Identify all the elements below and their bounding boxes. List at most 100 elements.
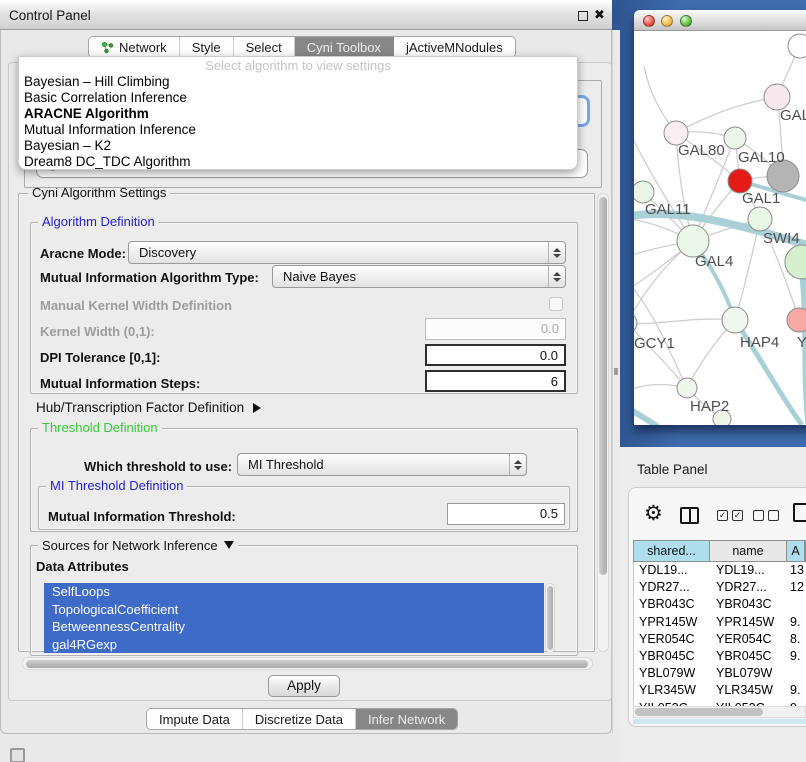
algorithm-option-aracne-algorithm[interactable]: ARACNE Algorithm — [19, 106, 577, 122]
table-cell: 9. — [787, 682, 805, 699]
table-cell: YDL19... — [710, 562, 787, 579]
mi-threshold-group-title: MI Threshold Definition — [46, 479, 187, 493]
mi-steps-label: Mutual Information Steps: — [40, 376, 200, 391]
float-panel-icon[interactable] — [578, 11, 588, 21]
screenshot-root: Control Panel ✖ NetworkStyleSelectCyni T… — [0, 0, 806, 762]
node-gal11[interactable] — [634, 181, 654, 203]
splitter-grip-icon[interactable] — [614, 368, 618, 375]
table-cell: YPR145W — [634, 614, 710, 631]
network-canvas[interactable]: GALGAL80GAL10GAL1GAL11SWI4GAL4GCY1HAP4YH… — [634, 31, 806, 425]
algorithm-option-bayesian-hill-climbing[interactable]: Bayesian – Hill Climbing — [19, 74, 577, 90]
bottom-left-panel-icon[interactable] — [10, 748, 25, 762]
mi-steps-field[interactable]: 6 — [425, 370, 566, 392]
settings-hscrollbar[interactable] — [22, 657, 593, 670]
network-window-titlebar[interactable] — [634, 10, 806, 31]
tab-label-jactivemnodules: jActiveMNodules — [406, 40, 503, 55]
node-label-hap2: HAP2 — [690, 398, 729, 415]
attribute-item-betweennesscentrality[interactable]: BetweennessCentrality — [44, 618, 544, 636]
data-attributes-label: Data Attributes — [36, 559, 129, 574]
dpi-tolerance-label: DPI Tolerance [0,1]: — [40, 350, 160, 365]
table-cell: YDL19... — [634, 562, 710, 579]
sources-collapser[interactable]: Sources for Network Inference — [38, 538, 238, 553]
table-row[interactable]: YPR145WYPR145W9. — [634, 614, 806, 631]
node-y[interactable] — [787, 308, 806, 332]
node-hap2[interactable] — [677, 378, 697, 398]
kernel-width-field[interactable]: 0.0 — [425, 318, 566, 340]
tab-network[interactable]: Network — [89, 37, 180, 57]
attribute-item-gal4rgexp[interactable]: gal4RGexp — [44, 636, 544, 654]
table-row[interactable]: YBR043CYBR043C — [634, 596, 806, 613]
minimize-traffic-icon[interactable] — [661, 15, 673, 27]
bottom-tab-label-impute-data: Impute Data — [159, 712, 230, 727]
panel-splitter[interactable] — [612, 30, 620, 734]
table-hscroll-thumb[interactable] — [635, 708, 763, 716]
node-hap4[interactable] — [722, 307, 748, 333]
table-row[interactable]: YBR045CYBR045C9. — [634, 648, 806, 665]
tab-select[interactable]: Select — [234, 37, 295, 57]
algorithm-option-basic-correlation-inference[interactable]: Basic Correlation Inference — [19, 90, 577, 106]
table-row[interactable]: YDL19...YDL19...13 — [634, 562, 806, 579]
cyni-settings-group-title: Cyni Algorithm Settings — [28, 186, 170, 200]
tab-label-style: Style — [192, 40, 221, 55]
table-row[interactable]: YLR345WYLR345W9. — [634, 682, 806, 699]
column-header-shared[interactable]: shared... — [634, 541, 710, 561]
algorithm-option-dream8-dc-tdc-algorithm[interactable]: Dream8 DC_TDC Algorithm — [19, 154, 577, 170]
node-label-gal1: GAL1 — [742, 190, 780, 207]
columns-icon[interactable] — [680, 507, 699, 524]
attributes-vscroll-thumb[interactable] — [547, 586, 553, 650]
tab-jactivemnodules[interactable]: jActiveMNodules — [394, 37, 515, 57]
node-label-gal4: GAL4 — [695, 253, 733, 270]
table-row[interactable]: YDR27...YDR27...12 — [634, 579, 806, 596]
table-cell: YDR27... — [710, 579, 787, 596]
new-table-icon[interactable] — [793, 503, 806, 522]
column-header-name[interactable]: name — [710, 541, 787, 561]
table-row[interactable]: YBL079WYBL079W — [634, 665, 806, 682]
column-header-a[interactable]: A — [787, 541, 805, 561]
table-cell: YBR043C — [634, 596, 710, 613]
attribute-item-topologicalcoefficient[interactable]: TopologicalCoefficient — [44, 601, 544, 619]
node-gal10[interactable] — [724, 127, 746, 149]
dpi-tolerance-field[interactable]: 0.0 — [425, 344, 566, 366]
hub-definition-expander[interactable]: Hub/Transcription Factor Definition — [36, 400, 261, 415]
close-panel-icon[interactable]: ✖ — [594, 7, 605, 23]
bottom-tab-discretize-data[interactable]: Discretize Data — [243, 709, 356, 729]
tab-cyni-toolbox[interactable]: Cyni Toolbox — [295, 37, 394, 57]
mi-type-label: Mutual Information Algorithm Type: — [40, 270, 259, 285]
mi-type-select[interactable]: Naive Bayes — [272, 265, 566, 288]
tab-label-cyni-toolbox: Cyni Toolbox — [307, 40, 381, 55]
attribute-item-selfloops[interactable]: SelfLoops — [44, 583, 544, 601]
gear-icon[interactable]: ⚙ — [644, 503, 663, 525]
data-attributes-list[interactable]: SelfLoopsTopologicalCoefficientBetweenne… — [44, 583, 544, 653]
node-unlabeled[interactable] — [788, 34, 806, 58]
node-label-gal11: GAL11 — [645, 201, 691, 218]
node-unlabeled[interactable] — [785, 245, 806, 279]
bottom-tab-label-discretize-data: Discretize Data — [255, 712, 343, 727]
table-cell: YPR145W — [710, 614, 787, 631]
close-traffic-icon[interactable] — [643, 15, 655, 27]
node-swi4[interactable] — [748, 207, 772, 231]
settings-hscroll-thumb[interactable] — [26, 660, 588, 668]
deselect-all-columns-icon[interactable] — [753, 510, 779, 521]
bottom-tab-impute-data[interactable]: Impute Data — [147, 709, 243, 729]
table-row[interactable]: YER054CYER054C8. — [634, 631, 806, 648]
settings-vscrollbar[interactable] — [597, 193, 609, 652]
network-window: GALGAL80GAL10GAL1GAL11SWI4GAL4GCY1HAP4YH… — [634, 10, 806, 425]
settings-vscroll-thumb[interactable] — [599, 197, 607, 575]
mi-threshold-field[interactable]: 0.5 — [447, 503, 565, 525]
which-threshold-select[interactable]: MI Threshold — [237, 453, 527, 476]
node-gcy1[interactable] — [634, 313, 637, 333]
select-all-columns-icon[interactable]: ✓✓ — [717, 510, 743, 521]
zoom-traffic-icon[interactable] — [680, 15, 692, 27]
table-cell: 8. — [787, 631, 805, 648]
tab-style[interactable]: Style — [180, 37, 234, 57]
spinner-icon — [548, 266, 565, 287]
bottom-tab-infer-network[interactable]: Infer Network — [356, 709, 457, 729]
attributes-vscrollbar[interactable] — [545, 583, 555, 653]
algorithm-option-mutual-information-inference[interactable]: Mutual Information Inference — [19, 122, 577, 138]
manual-kernel-label: Manual Kernel Width Definition — [40, 298, 232, 313]
algorithm-option-bayesian-k2[interactable]: Bayesian – K2 — [19, 138, 577, 154]
sources-title: Sources for Network Inference — [42, 538, 218, 553]
aracne-mode-select[interactable]: Discovery — [128, 241, 566, 264]
manual-kernel-checkbox[interactable] — [549, 297, 563, 311]
apply-button[interactable]: Apply — [268, 675, 340, 697]
